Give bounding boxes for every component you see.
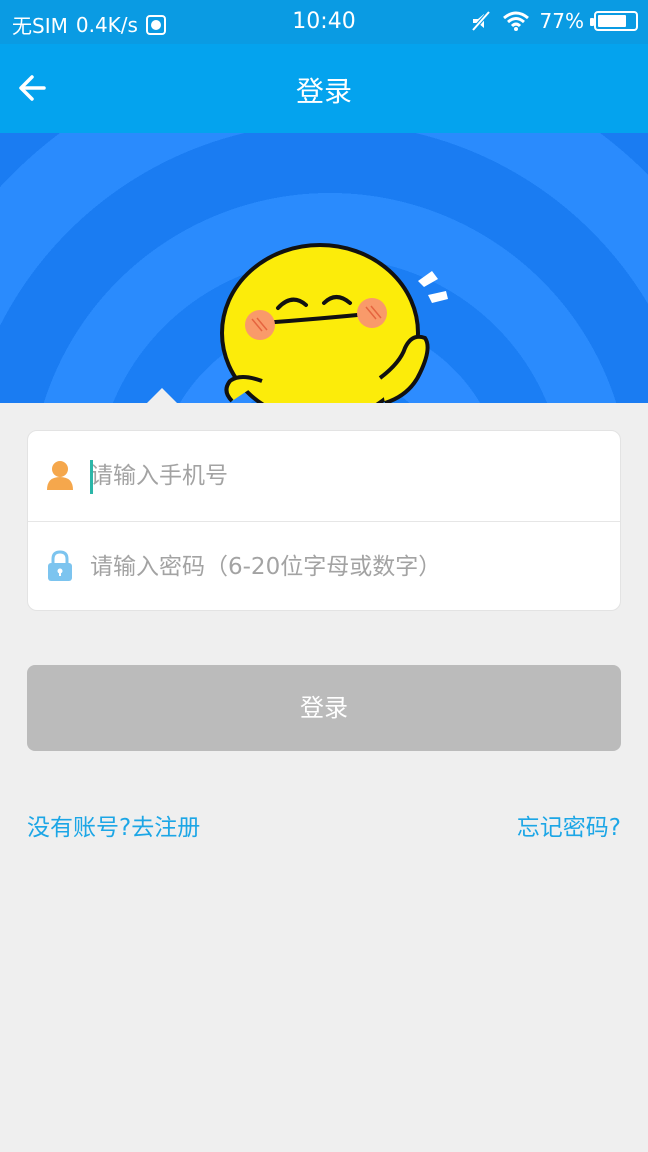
phone-input[interactable] bbox=[90, 453, 590, 499]
wifi-icon bbox=[502, 11, 529, 31]
user-icon bbox=[47, 461, 73, 490]
phone-row bbox=[28, 431, 620, 521]
text-cursor bbox=[90, 460, 93, 494]
status-right: 77% bbox=[470, 9, 638, 33]
page-title: 登录 bbox=[295, 75, 352, 108]
battery-level bbox=[598, 15, 626, 27]
password-row bbox=[28, 521, 620, 611]
register-link[interactable]: 没有账号?去注册 bbox=[27, 808, 200, 842]
battery-percent: 77% bbox=[539, 9, 584, 33]
banner-notch bbox=[147, 388, 177, 403]
forgot-password-link[interactable]: 忘记密码? bbox=[517, 808, 621, 842]
battery-icon bbox=[590, 11, 638, 31]
lock-icon bbox=[48, 550, 72, 581]
nav-bar: 登录 bbox=[0, 44, 648, 133]
mute-icon bbox=[471, 10, 491, 32]
status-bar: 无SIM 0.4K/s 10:40 77% bbox=[0, 0, 648, 44]
login-button[interactable]: 登录 bbox=[27, 665, 621, 751]
login-form bbox=[27, 430, 621, 611]
password-input[interactable] bbox=[90, 544, 590, 590]
banner-illustration bbox=[0, 133, 648, 403]
mascot-illustration bbox=[220, 243, 448, 403]
